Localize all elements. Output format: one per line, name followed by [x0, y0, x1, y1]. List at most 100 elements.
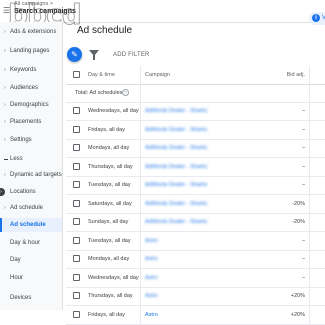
- sidebar-item-label: Day: [10, 257, 21, 263]
- cell-campaign-link[interactable]: AdWords Dealer - Sharks: [145, 195, 207, 213]
- row-checkbox[interactable]: [73, 255, 80, 262]
- add-filter-button[interactable]: ADD FILTER: [113, 52, 150, 58]
- cell-bid-adjustment[interactable]: –: [266, 139, 305, 157]
- cell-campaign-link[interactable]: AdWords Dealer - Sharks: [145, 213, 207, 231]
- cell-campaign-link[interactable]: Astro: [145, 269, 158, 287]
- cell-bid-adjustment[interactable]: +20%: [266, 287, 305, 305]
- table-row[interactable]: Sundays, all day AdWords Dealer - Sharks -…: [66, 213, 325, 232]
- column-divider: [140, 176, 141, 194]
- sidebar-item-demographics[interactable]: › Demographics: [0, 98, 62, 112]
- column-divider: [309, 66, 310, 84]
- sidebar-item-label: Landing pages: [10, 48, 50, 54]
- table-row[interactable]: Wednesdays, all day AdWords Dealer - Shar…: [66, 102, 325, 121]
- table-row[interactable]: Tuesdays, all day Astro –: [66, 231, 325, 251]
- sidebar-item-ads-extensions[interactable]: › Ads & extensions: [0, 25, 62, 39]
- total-label: Total: Ad schedules: [75, 90, 123, 96]
- column-divider: [140, 268, 141, 287]
- sidebar-item-devices[interactable]: Devices: [0, 291, 62, 305]
- column-divider: [309, 231, 310, 250]
- cell-datetime: Fridays, all day: [88, 126, 125, 133]
- sidebar-item-ad-schedule[interactable]: › Ad schedule: [0, 201, 62, 215]
- row-checkbox[interactable]: [73, 199, 80, 207]
- sidebar-item-label: Less: [10, 156, 23, 162]
- row-checkbox[interactable]: [73, 310, 80, 318]
- sidebar-item-label: Settings: [10, 137, 32, 143]
- chevron-right-icon: ›: [4, 137, 6, 143]
- row-checkbox[interactable]: [73, 236, 80, 244]
- table-row[interactable]: Thursdays, all day Astro +20%: [66, 287, 325, 306]
- cell-bid-adjustment[interactable]: –: [266, 158, 305, 176]
- chevron-right-icon: ›: [4, 102, 6, 108]
- cell-campaign-link[interactable]: Astro: [145, 306, 158, 324]
- table-row[interactable]: Thursdays, all day AdWords Dealer - Shark…: [66, 157, 325, 177]
- help-icon[interactable]: ?: [122, 89, 129, 96]
- sidebar-item-placements[interactable]: › Placements: [0, 115, 62, 129]
- cell-campaign-link[interactable]: AdWords Dealer - Sharks: [145, 121, 207, 139]
- sidebar-item-day[interactable]: Day: [0, 253, 62, 267]
- sidebar-item-less[interactable]: Less: [0, 152, 62, 166]
- cell-campaign-link[interactable]: Astro: [145, 250, 158, 268]
- cell-bid-adjustment[interactable]: -20%: [266, 195, 305, 213]
- cell-bid-adjustment[interactable]: –: [266, 269, 305, 287]
- sidebar-item-dynamic-ad-targets[interactable]: › Dynamic ad targets: [0, 168, 62, 182]
- cell-bid-adjustment[interactable]: -20%: [266, 213, 305, 231]
- table-row[interactable]: Wednesdays, all day Astro –: [66, 268, 325, 288]
- cell-campaign-link[interactable]: AdWords Dealer - Sharks: [145, 102, 207, 120]
- info-notification[interactable]: i Vi: [309, 12, 325, 25]
- chevron-right-icon: ›: [4, 172, 6, 178]
- column-header-campaign[interactable]: Campaign: [145, 66, 170, 84]
- table-row[interactable]: Fridays, all day Astro +20%: [66, 305, 325, 325]
- table-row[interactable]: Tuesdays, all day AdWords Dealer - Sharks…: [66, 176, 325, 195]
- row-checkbox[interactable]: [73, 218, 80, 225]
- row-checkbox[interactable]: [73, 144, 80, 151]
- row-checkbox[interactable]: [73, 107, 80, 114]
- cell-bid-adjustment[interactable]: –: [266, 102, 305, 120]
- filter-icon[interactable]: [89, 50, 99, 60]
- row-checkbox[interactable]: [73, 125, 80, 133]
- sidebar-item-landing-pages[interactable]: › Landing pages: [0, 44, 62, 58]
- sidebar-item-label: Devices: [10, 295, 32, 301]
- column-divider: [309, 287, 310, 305]
- cell-campaign-link[interactable]: Astro: [145, 287, 158, 305]
- column-divider: [309, 102, 310, 120]
- row-checkbox[interactable]: [73, 273, 80, 281]
- column-header-datetime[interactable]: Day & time: [88, 66, 115, 84]
- cell-campaign-link[interactable]: Astro: [145, 232, 158, 250]
- row-checkbox[interactable]: [73, 292, 80, 299]
- cell-bid-adjustment[interactable]: –: [266, 232, 305, 250]
- column-divider: [309, 268, 310, 287]
- table-row[interactable]: Mondays, all day Astro –: [66, 250, 325, 269]
- sidebar-item-hour[interactable]: Hour: [0, 271, 62, 285]
- column-header-bid[interactable]: Bid adj.: [266, 66, 305, 84]
- edit-button[interactable]: ✎: [67, 47, 82, 62]
- cell-bid-adjustment[interactable]: –: [266, 176, 305, 194]
- cell-campaign-link[interactable]: AdWords Dealer - Sharks: [145, 158, 207, 176]
- sidebar-item-audiences[interactable]: › Audiences: [0, 81, 62, 95]
- cell-campaign-link[interactable]: AdWords Dealer - Sharks: [145, 176, 207, 194]
- sidebar-item-day-hour[interactable]: Day & hour: [0, 236, 62, 250]
- cell-datetime: Mondays, all day: [88, 256, 130, 262]
- column-divider: [309, 157, 310, 176]
- column-divider: [140, 102, 141, 120]
- sidebar-item-keywords[interactable]: › Keywords: [0, 63, 62, 77]
- sidebar-item-ad-schedule[interactable]: Ad schedule: [0, 218, 62, 232]
- select-all-checkbox[interactable]: [73, 71, 80, 78]
- cell-datetime: Thursdays, all day: [88, 293, 133, 299]
- sidebar-item-label: Demographics: [10, 102, 49, 108]
- cell-datetime: Sundays, all day: [88, 219, 129, 225]
- table-row[interactable]: Mondays, all day AdWords Dealer - Sharks –: [66, 139, 325, 158]
- row-checkbox[interactable]: [73, 162, 80, 170]
- cell-bid-adjustment[interactable]: +20%: [266, 306, 305, 324]
- sidebar-item-locations[interactable]: › Locations: [0, 185, 62, 199]
- cell-campaign-link[interactable]: AdWords Dealer - Sharks: [145, 139, 207, 157]
- table-row[interactable]: Saturdays, all day AdWords Dealer - Shark…: [66, 194, 325, 214]
- cell-bid-adjustment[interactable]: –: [266, 250, 305, 268]
- cell-datetime: Thursdays, all day: [88, 163, 133, 170]
- row-checkbox[interactable]: [73, 181, 80, 188]
- cell-bid-adjustment[interactable]: –: [266, 121, 305, 139]
- sidebar-item-settings[interactable]: › Settings: [0, 133, 62, 147]
- column-divider: [140, 84, 141, 102]
- table-row[interactable]: Fridays, all day AdWords Dealer - Sharks –: [66, 120, 325, 140]
- column-divider: [140, 157, 141, 176]
- expand-sidebar-icon[interactable]: ›: [0, 188, 5, 196]
